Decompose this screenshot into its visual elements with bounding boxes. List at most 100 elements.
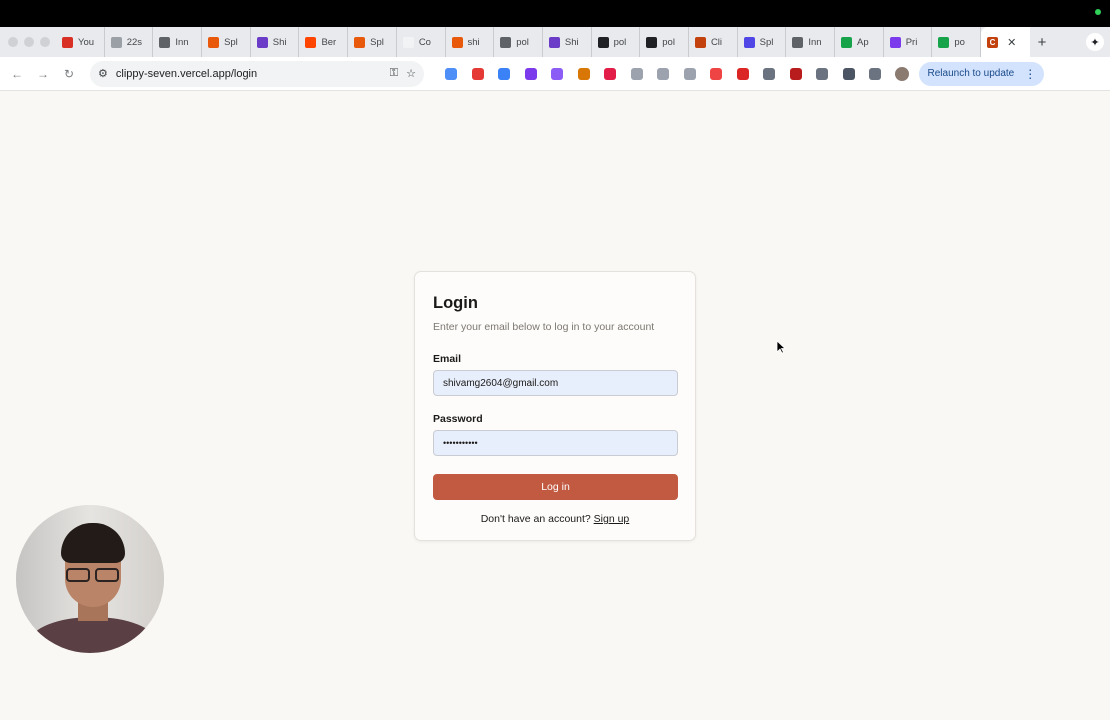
mouse-cursor-icon bbox=[776, 340, 786, 354]
browser-tab[interactable]: pol bbox=[592, 27, 641, 57]
gemini-icon[interactable]: ✦ bbox=[1086, 33, 1104, 51]
browser-tab[interactable]: Shi bbox=[251, 27, 300, 57]
browser-tab[interactable]: Shi bbox=[543, 27, 592, 57]
tab-label: Shi bbox=[564, 36, 579, 48]
globe-icon bbox=[500, 36, 512, 48]
browser-tab[interactable]: Co bbox=[397, 27, 446, 57]
browser-tab[interactable]: Cli bbox=[689, 27, 738, 57]
profile-avatar[interactable] bbox=[894, 66, 909, 81]
app-icon bbox=[256, 36, 268, 48]
extension-icon[interactable] bbox=[730, 67, 757, 80]
relaunch-label: Relaunch to update bbox=[927, 68, 1015, 79]
extension-icon[interactable] bbox=[836, 67, 863, 80]
browser-tab[interactable]: pol bbox=[640, 27, 689, 57]
window-controls bbox=[0, 37, 56, 47]
tab-label: Spl bbox=[224, 36, 238, 48]
signup-link[interactable]: Sign up bbox=[594, 513, 630, 525]
browser-tab[interactable]: Ap bbox=[835, 27, 884, 57]
tab-strip: You 22s Inn Spl Shi Ber Spl Co shi pol Shi pol pol Cl… bbox=[0, 27, 1110, 57]
tab-label: Pri bbox=[905, 36, 918, 48]
close-window-icon[interactable] bbox=[8, 37, 18, 47]
c-icon bbox=[694, 36, 706, 48]
extension-icon[interactable] bbox=[544, 67, 571, 80]
extension-icon[interactable] bbox=[597, 67, 624, 80]
browser-tab[interactable]: Spl bbox=[202, 27, 251, 57]
app-icon bbox=[889, 36, 901, 48]
browser-tab[interactable]: shi bbox=[446, 27, 495, 57]
more-menu-icon[interactable]: ⋮ bbox=[1024, 67, 1036, 81]
browser-tab[interactable]: Pri bbox=[884, 27, 933, 57]
reload-button[interactable]: ↻ bbox=[56, 67, 82, 81]
chart-icon bbox=[841, 36, 852, 48]
extension-icon[interactable] bbox=[465, 67, 492, 80]
tab-label: Spl bbox=[759, 36, 774, 48]
extension-icon[interactable] bbox=[862, 67, 889, 80]
s-icon bbox=[451, 36, 463, 48]
password-label: Password bbox=[433, 413, 483, 425]
active-browser-tab[interactable]: C ✕ bbox=[981, 27, 1030, 57]
circle-icon bbox=[597, 36, 609, 48]
browser-tab[interactable]: Spl bbox=[348, 27, 397, 57]
close-tab-icon[interactable]: ✕ bbox=[1007, 36, 1016, 49]
webcam-overlay bbox=[16, 505, 164, 653]
password-field[interactable] bbox=[433, 430, 678, 456]
signup-prompt: Don't have an account? bbox=[480, 513, 591, 525]
tab-label: Cli bbox=[710, 36, 723, 48]
email-field[interactable] bbox=[433, 370, 678, 396]
tab-label: Shi bbox=[272, 36, 287, 48]
gmail-icon bbox=[62, 36, 73, 48]
forward-button[interactable]: → bbox=[30, 67, 56, 81]
browser-tab[interactable]: pol bbox=[494, 27, 543, 57]
login-button[interactable]: Log in bbox=[433, 474, 678, 500]
browser-tab[interactable]: po bbox=[932, 27, 982, 57]
password-key-icon[interactable]: ⚿ bbox=[390, 67, 398, 80]
browser-tab[interactable]: Spl bbox=[738, 27, 787, 57]
tab-label: shi bbox=[467, 36, 480, 48]
login-title: Login bbox=[433, 294, 478, 312]
extension-icon[interactable] bbox=[703, 67, 730, 80]
signup-line: Don't have an account? Sign up bbox=[433, 513, 677, 525]
extension-icon[interactable] bbox=[438, 67, 465, 80]
s-icon bbox=[354, 36, 366, 48]
tab-label: Spl bbox=[370, 36, 384, 48]
new-tab-button[interactable]: + bbox=[1030, 34, 1054, 51]
browser-tab[interactable]: You bbox=[56, 27, 105, 57]
link-icon bbox=[159, 36, 171, 48]
browser-tab[interactable]: Inn bbox=[786, 27, 835, 57]
app-icon bbox=[548, 36, 560, 48]
browser-tab[interactable]: 22s bbox=[105, 27, 154, 57]
extension-icon[interactable] bbox=[809, 67, 836, 80]
tab-label: po bbox=[954, 36, 965, 48]
maximize-window-icon[interactable] bbox=[40, 37, 50, 47]
login-card: Login Enter your email below to log in t… bbox=[414, 271, 696, 541]
relaunch-button[interactable]: Relaunch to update ⋮ bbox=[918, 61, 1045, 86]
browser-tab[interactable]: Ber bbox=[299, 27, 349, 57]
circle-icon bbox=[646, 36, 658, 48]
os-top-bar bbox=[0, 0, 1110, 27]
extension-icon[interactable] bbox=[571, 67, 598, 80]
extension-icon[interactable] bbox=[783, 67, 810, 80]
tab-label: Inn bbox=[175, 36, 189, 48]
sheet-icon bbox=[938, 36, 950, 48]
tab-label: Ap bbox=[857, 36, 869, 48]
github-icon bbox=[110, 36, 122, 48]
browser-tab[interactable]: Inn bbox=[153, 27, 203, 57]
back-button[interactable]: ← bbox=[4, 67, 30, 81]
extension-icon[interactable] bbox=[624, 67, 651, 80]
url-text[interactable]: clippy-seven.vercel.app/login bbox=[116, 68, 382, 80]
extension-icon[interactable] bbox=[491, 67, 518, 80]
extension-icon[interactable] bbox=[756, 67, 783, 80]
blank-icon bbox=[402, 36, 414, 48]
site-settings-icon[interactable]: ⚙ bbox=[98, 67, 108, 80]
bookmark-star-icon[interactable]: ☆ bbox=[406, 67, 416, 80]
tab-label: Ber bbox=[321, 36, 337, 48]
extension-icon[interactable] bbox=[677, 67, 704, 80]
extension-icon[interactable] bbox=[650, 67, 677, 80]
extension-icon[interactable] bbox=[518, 67, 545, 80]
login-subtitle: Enter your email below to log in to your… bbox=[433, 321, 655, 333]
extensions-row bbox=[438, 67, 889, 80]
minimize-window-icon[interactable] bbox=[24, 37, 34, 47]
tab-label: pol bbox=[662, 36, 675, 48]
tab-label: 22s bbox=[126, 36, 143, 48]
address-bar[interactable]: ⚙ clippy-seven.vercel.app/login ⚿ ☆ bbox=[90, 60, 424, 87]
